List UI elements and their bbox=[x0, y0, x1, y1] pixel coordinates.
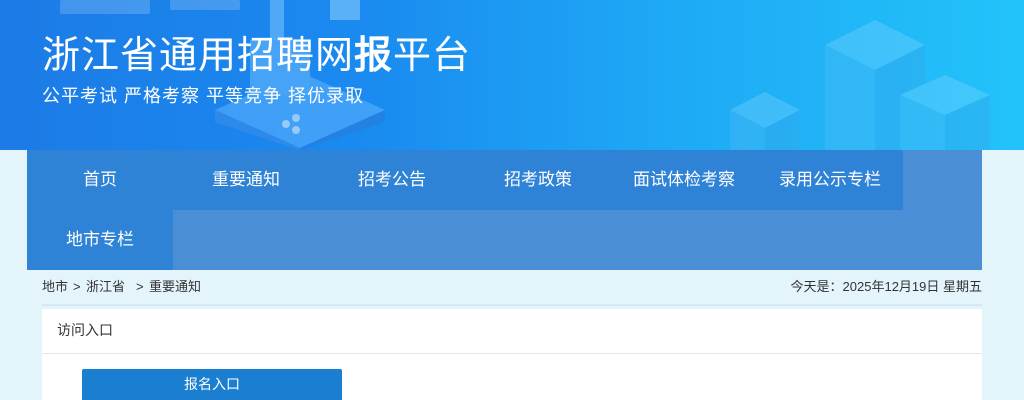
nav-item-notices[interactable]: 重要通知 bbox=[173, 150, 319, 210]
nav-item-home[interactable]: 首页 bbox=[27, 150, 173, 210]
site-banner: 浙江省通用招聘网报平台 公平考试 严格考察 平等竞争 择优录取 bbox=[0, 0, 1024, 150]
nav-item-announcements[interactable]: 招考公告 bbox=[319, 150, 465, 210]
nav-item-interview[interactable]: 面试体检考察 bbox=[611, 150, 757, 210]
site-title-part: 平台 bbox=[393, 35, 472, 77]
main-nav: 首页 重要通知 招考公告 招考政策 面试体检考察 录用公示专栏 地市专栏 bbox=[27, 150, 982, 270]
registration-entry-button[interactable]: 报名入口 bbox=[82, 369, 342, 400]
site-title-bold: 报 bbox=[354, 35, 394, 77]
nav-item-hiring-publicity[interactable]: 录用公示专栏 bbox=[757, 150, 903, 210]
panel-title: 访问入口 bbox=[57, 322, 113, 338]
divider bbox=[42, 353, 982, 354]
site-title-part: 浙江省通用招聘网 bbox=[42, 35, 355, 77]
access-panel: 访问入口 报名入口 bbox=[42, 309, 982, 400]
site-slogan: 公平考试 严格考察 平等竞争 择优录取 bbox=[42, 86, 365, 106]
current-date: 今天是：2025年12月19日 星期五 bbox=[790, 279, 982, 294]
breadcrumb-item-notices[interactable]: 重要通知 bbox=[149, 270, 201, 304]
breadcrumb-separator: > bbox=[73, 279, 81, 294]
breadcrumb: 地市 > 浙江省 > 重要通知 今天是：2025年12月19日 星期五 bbox=[42, 270, 982, 306]
breadcrumb-separator: > bbox=[136, 279, 144, 294]
nav-item-policies[interactable]: 招考政策 bbox=[465, 150, 611, 210]
nav-item-cities[interactable]: 地市专栏 bbox=[27, 210, 173, 270]
breadcrumb-item-cities[interactable]: 地市 bbox=[42, 270, 68, 304]
breadcrumb-item-province[interactable]: 浙江省 bbox=[86, 270, 125, 304]
site-title: 浙江省通用招聘网报平台 bbox=[42, 24, 471, 79]
